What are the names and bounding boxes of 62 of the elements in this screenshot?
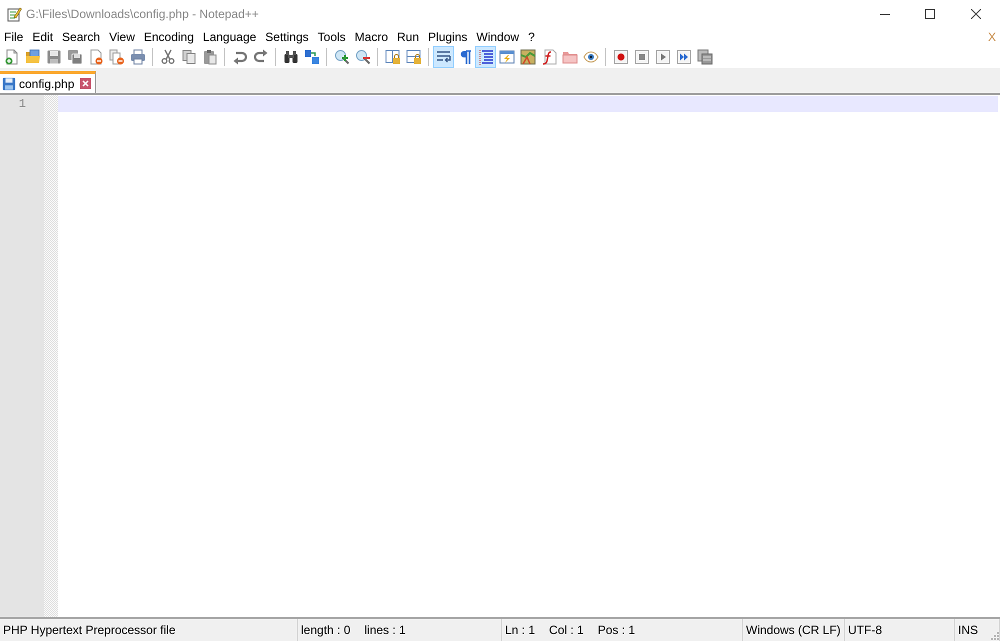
folder-icon [562, 49, 578, 65]
new-file-icon [4, 49, 20, 65]
resize-grip-icon [989, 630, 999, 640]
undo-icon [232, 49, 248, 65]
menu-item[interactable]: ? [524, 28, 540, 46]
window-lock-icon [406, 49, 422, 65]
status-text: Windows (CR LF) [746, 623, 841, 637]
status-text: length : 0 [301, 623, 350, 637]
menu-item[interactable]: Encoding [140, 28, 199, 46]
indent-guide-icon [478, 49, 494, 65]
replace-icon [304, 49, 320, 65]
word-wrap-button[interactable] [433, 46, 454, 68]
document-tab[interactable]: config.php [0, 71, 96, 93]
map-icon [520, 49, 536, 65]
indent-guide-button[interactable] [475, 46, 496, 68]
play-icon [654, 49, 670, 65]
notepad-icon [6, 6, 22, 22]
record-icon [612, 49, 628, 65]
menu-item[interactable]: Search [58, 28, 106, 46]
status-text: INS [958, 623, 978, 637]
line-number: 1 [18, 96, 27, 112]
function-document-icon [540, 49, 556, 65]
window-lock-icon [384, 49, 400, 65]
tab-label: config.php [19, 76, 74, 90]
fast-forward-icon [676, 49, 692, 65]
status-text: Pos : 1 [598, 623, 636, 637]
binoculars-icon [282, 49, 298, 65]
menu-item[interactable]: Tools [314, 28, 351, 46]
menu-item[interactable]: View [105, 28, 140, 46]
windows-stack-icon [696, 49, 712, 65]
close-icon [971, 9, 981, 19]
copy-icon [180, 49, 196, 65]
redo-icon [252, 49, 268, 65]
status-text: UTF-8 [848, 623, 882, 637]
menu-item[interactable]: Run [393, 28, 424, 46]
document-minus-icon [88, 49, 104, 65]
eye-icon [582, 49, 598, 65]
floppy-disks-icon [66, 49, 82, 65]
stop-icon [634, 49, 650, 65]
status-text: Col : 1 [549, 623, 584, 637]
menu-item[interactable]: Language [198, 28, 262, 46]
clipboard-icon [202, 49, 218, 65]
zoom-out-icon [354, 49, 370, 65]
printer-icon [130, 49, 146, 65]
window-lightning-icon [498, 49, 514, 65]
status-text: Ln : 1 [505, 623, 536, 637]
status-text: PHP Hypertext Preprocessor file [3, 623, 176, 637]
zoom-in-icon [334, 49, 350, 65]
window-title: G:\Files\Downloads\config.php - Notepad++ [26, 7, 260, 21]
documents-minus-icon [108, 49, 124, 65]
menu-item[interactable]: Settings [261, 28, 314, 46]
status-text: lines : 1 [364, 623, 406, 637]
folder-icon [24, 49, 40, 65]
scissors-icon [160, 49, 176, 65]
close-icon[interactable] [80, 78, 92, 89]
menu-item[interactable]: Window [472, 28, 524, 46]
menu-item[interactable]: File [0, 28, 28, 46]
word-wrap-icon [436, 49, 452, 65]
menu-item[interactable]: Macro [350, 28, 394, 46]
menu-item[interactable]: Plugins [424, 28, 472, 46]
menu-item[interactable]: Edit [28, 28, 58, 46]
maximize-icon [924, 9, 934, 19]
